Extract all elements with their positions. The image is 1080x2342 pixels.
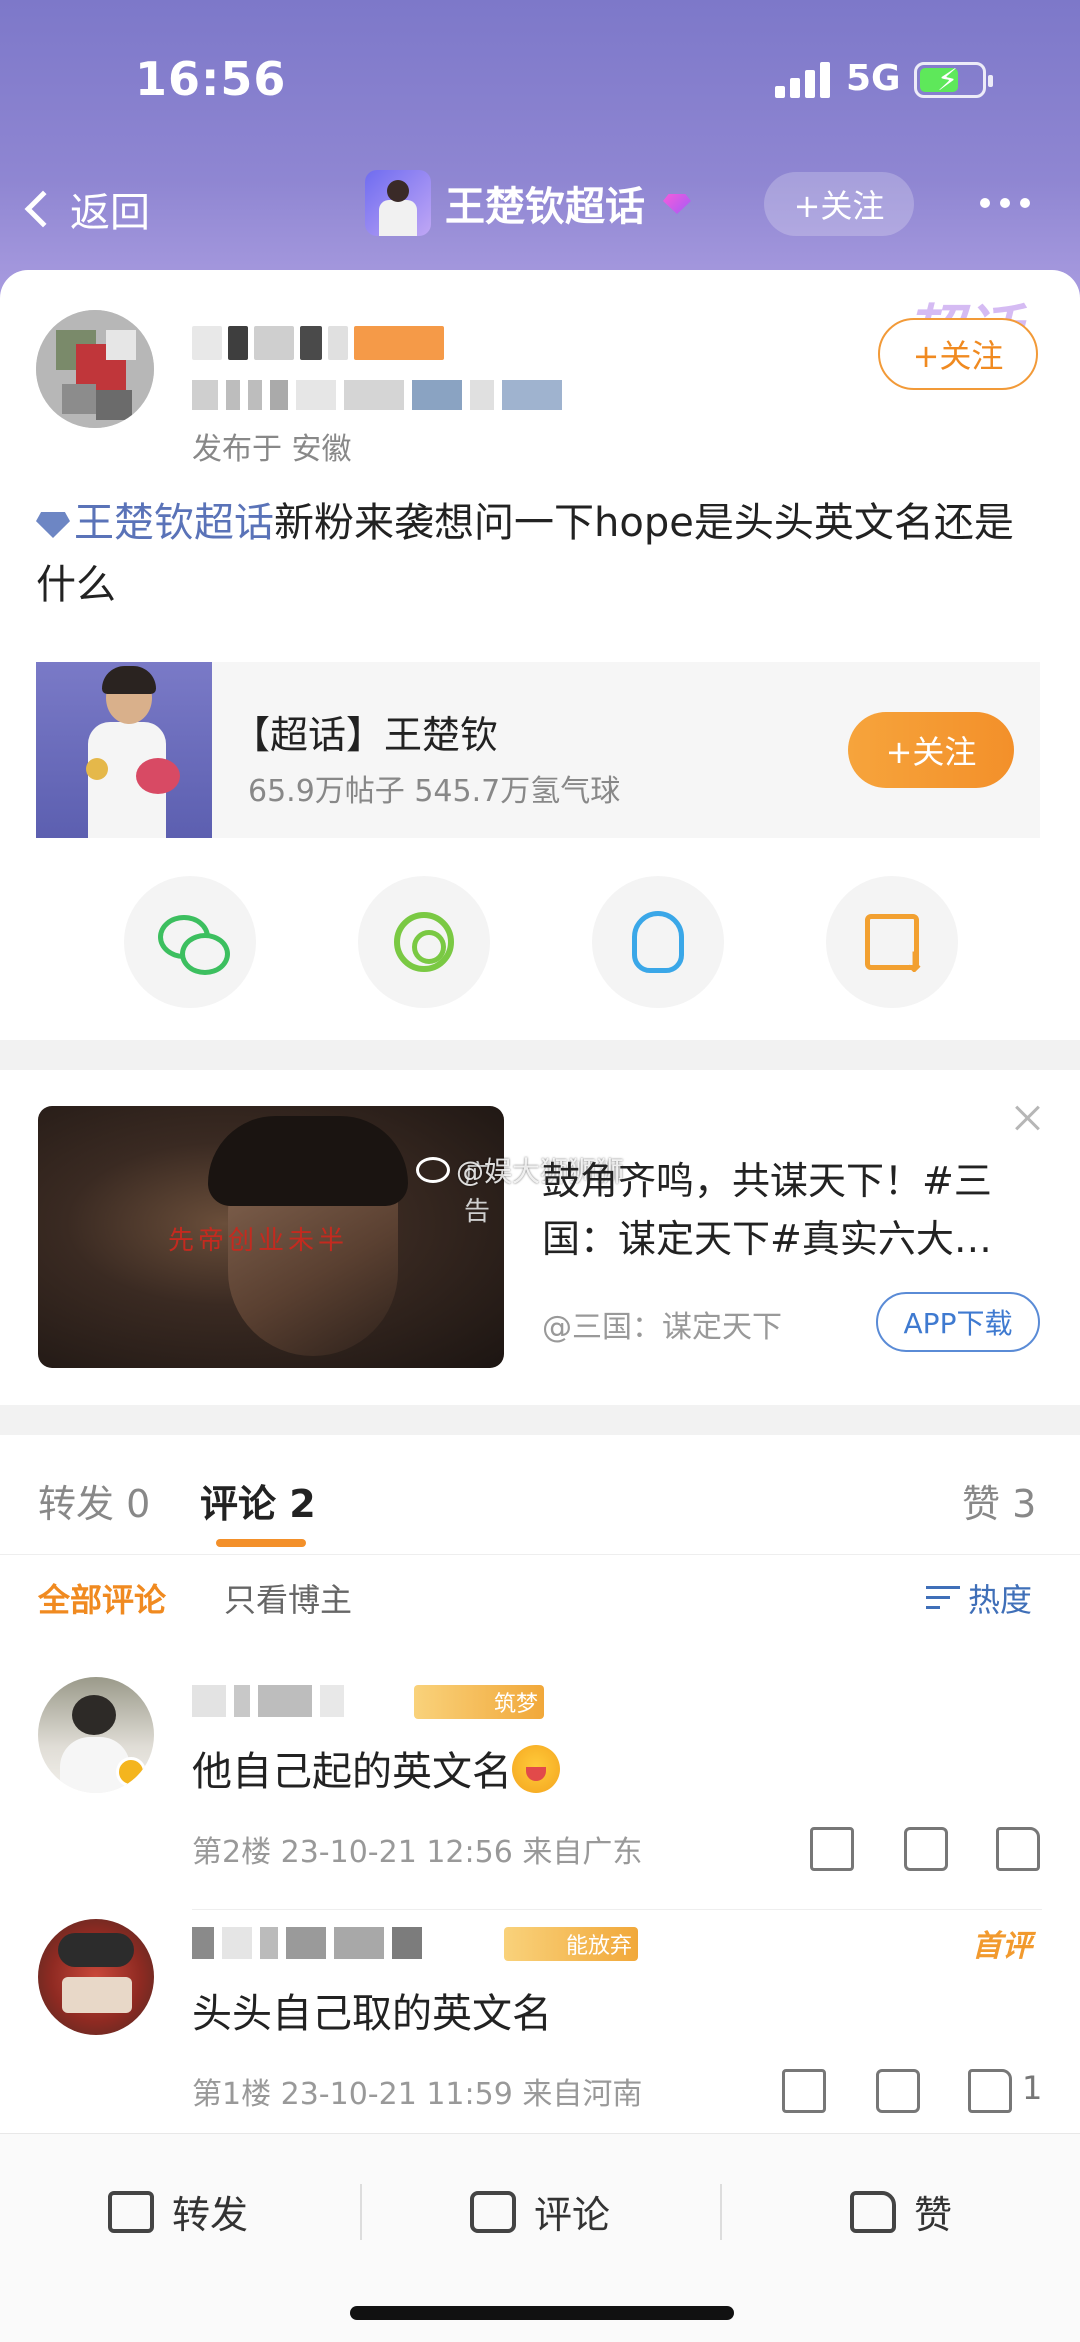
comments-section: 转发 0 评论 2 赞 3 全部评论 只看博主 热度 筑梦 他自己起的英文名 第…: [0, 1435, 1080, 2133]
filter-all-comments[interactable]: 全部评论: [38, 1575, 166, 1621]
supertopic-title: 【超话】王楚钦: [232, 713, 499, 757]
avatar[interactable]: [36, 310, 154, 428]
filter-owner-only[interactable]: 只看博主: [224, 1575, 352, 1621]
ad-source[interactable]: @三国：谋定天下: [542, 1302, 782, 1346]
supertopic-card[interactable]: 【超话】王楚钦 65.9万帖子 545.7万氢气球 +关注: [36, 662, 1040, 838]
divider: [192, 1909, 1042, 1910]
like-icon[interactable]: [996, 1827, 1040, 1871]
divider: [720, 2184, 722, 2240]
sort-button[interactable]: 热度: [926, 1575, 1032, 1621]
top-nav: 返回 王楚钦超话 +关注: [0, 160, 1080, 270]
post-card: 超话 发布于 安徽 +关注 王楚钦超话新粉来袭想问一下hope是头头英文名还是什…: [0, 270, 1080, 1040]
gem-icon: [659, 188, 695, 218]
share-icon[interactable]: [782, 2069, 826, 2113]
nav-supertopic[interactable]: 王楚钦超话: [365, 170, 695, 236]
like-button[interactable]: 赞: [850, 2184, 952, 2239]
share-moments-button[interactable]: [358, 876, 490, 1008]
comment-meta: 第1楼 23-10-21 11:59 来自河南: [192, 2077, 643, 2112]
signal-icon: [775, 62, 831, 98]
avatar[interactable]: [38, 1919, 154, 2035]
first-comment-tag: 首评: [972, 1929, 1032, 1964]
share-qq-button[interactable]: [592, 876, 724, 1008]
topic-gem-icon: [36, 512, 70, 538]
tab-likes[interactable]: 赞 3: [962, 1473, 1036, 1528]
list-item: 筑梦 他自己起的英文名 第2楼 23-10-21 12:56 来自广东: [0, 1677, 1080, 1917]
home-indicator: [350, 2306, 734, 2320]
weibo-icon: [416, 1157, 450, 1183]
ad-title: 鼓角齐鸣，共谋天下！#三国：谋定天下#真实六大…: [542, 1159, 992, 1261]
fan-badge: 能放弃: [504, 1927, 638, 1961]
username-blurred: [192, 326, 552, 360]
close-icon[interactable]: [1012, 1102, 1044, 1134]
back-label: 返回: [70, 190, 150, 236]
post-location: 发布于 安徽: [192, 432, 352, 467]
ad-image[interactable]: 先帝创业未半 广告: [38, 1106, 504, 1368]
follow-button[interactable]: +关注: [878, 318, 1038, 390]
comment-icon: [470, 2190, 516, 2233]
comment-text: 他自己起的英文名: [192, 1739, 560, 1797]
ad-image-text: 先帝创业未半: [168, 1226, 349, 1256]
more-icon[interactable]: [980, 198, 1030, 208]
username-blurred: [192, 1685, 344, 1717]
like-count: 1: [1022, 2069, 1043, 2107]
user-info-blurred: [192, 380, 812, 410]
hug-emoji-icon: [512, 1745, 560, 1793]
username-blurred: [192, 1927, 422, 1959]
tab-repost[interactable]: 转发 0: [38, 1473, 150, 1528]
supertopic-avatar: [365, 170, 431, 236]
save-image-button[interactable]: [826, 876, 958, 1008]
post-text: 王楚钦超话新粉来袭想问一下hope是头头英文名还是什么: [36, 492, 1046, 616]
topic-tag-link[interactable]: 王楚钦超话: [36, 500, 274, 546]
fan-badge: 筑梦: [414, 1685, 544, 1719]
share-wechat-button[interactable]: [124, 876, 256, 1008]
save-image-icon: [865, 914, 926, 979]
moments-icon: [394, 912, 454, 972]
battery-icon: ⚡: [914, 62, 993, 98]
share-row: [0, 876, 1080, 1008]
supertopic-thumbnail: [36, 662, 212, 838]
wechat-icon: [158, 915, 230, 975]
supertopic-follow-button[interactable]: +关注: [848, 712, 1014, 788]
supertopic-stats: 65.9万帖子 545.7万氢气球: [248, 774, 621, 809]
app-download-button[interactable]: APP下载: [876, 1292, 1040, 1352]
sort-icon: [926, 1584, 960, 1612]
comment-text: 头头自己取的英文名: [192, 1991, 552, 2037]
comment-icon[interactable]: [876, 2069, 920, 2113]
network-type: 5G: [846, 58, 901, 99]
share-icon[interactable]: [810, 1827, 854, 1871]
like-icon[interactable]: [968, 2069, 1012, 2113]
status-bar: 16:56 5G ⚡: [0, 0, 1080, 160]
nav-follow-button[interactable]: +关注: [764, 172, 914, 236]
status-time: 16:56: [135, 52, 287, 106]
tab-indicator: [216, 1539, 306, 1547]
comment-meta: 第2楼 23-10-21 12:56 来自广东: [192, 1835, 643, 1870]
avatar[interactable]: [38, 1677, 154, 1793]
tabs-row: 转发 0 评论 2 赞 3: [0, 1435, 1080, 1555]
like-icon: [850, 2190, 896, 2233]
divider: [360, 2184, 362, 2240]
filter-row: 全部评论 只看博主 热度: [0, 1575, 1080, 1635]
repost-icon: [108, 2190, 154, 2233]
tab-comments[interactable]: 评论 2: [200, 1473, 316, 1528]
chevron-left-icon: [24, 190, 62, 228]
comment-icon[interactable]: [904, 1827, 948, 1871]
nav-title: 王楚钦超话: [445, 184, 645, 230]
ad-card[interactable]: 先帝创业未半 广告 @娱大狮狮狮 鼓角齐鸣，共谋天下！#三国：谋定天下#真实六大…: [0, 1070, 1080, 1405]
comment-button[interactable]: 评论: [470, 2184, 610, 2239]
qq-icon: [632, 911, 684, 973]
list-item: 能放弃 首评 头头自己取的英文名 第1楼 23-10-21 11:59 来自河南…: [0, 1919, 1080, 2159]
repost-button[interactable]: 转发: [108, 2184, 248, 2239]
back-button[interactable]: 返回: [24, 180, 150, 238]
